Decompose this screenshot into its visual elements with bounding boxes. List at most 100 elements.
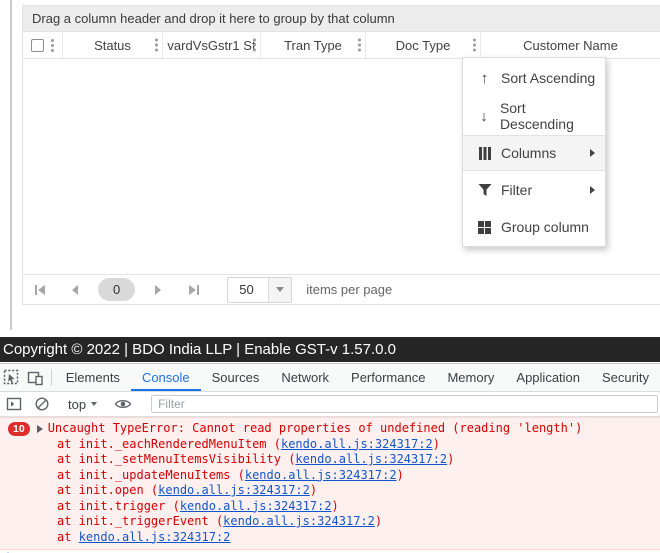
- stack-frame: at init._updateMenuItems (kendo.all.js:3…: [0, 468, 660, 484]
- tab-network[interactable]: Network: [270, 364, 340, 391]
- source-link[interactable]: kendo.all.js:324317:2: [158, 483, 310, 497]
- tab-memory[interactable]: Memory: [436, 364, 505, 391]
- tab-console[interactable]: Console: [131, 364, 201, 391]
- source-link[interactable]: kendo.all.js:324317:2: [79, 530, 231, 544]
- pager-last-page-button[interactable]: [183, 279, 205, 301]
- menu-item-sort-ascending[interactable]: ↑ Sort Ascending: [463, 59, 605, 97]
- tab-sources[interactable]: Sources: [201, 364, 271, 391]
- page-size-value: 50: [239, 281, 254, 297]
- select-all-checkbox[interactable]: [31, 38, 44, 52]
- grid-pager: 0 50 items per page: [23, 274, 660, 304]
- arrow-left-icon: [72, 284, 78, 295]
- menu-item-label: Columns: [501, 145, 557, 161]
- stack-text: ): [374, 514, 383, 528]
- expand-triangle-icon[interactable]: [36, 424, 43, 433]
- toggle-device-toolbar-button[interactable]: [24, 364, 48, 391]
- group-column-icon: [476, 220, 493, 234]
- column-header-vardvsgstr1[interactable]: vardVsGstr1 St: [163, 32, 261, 58]
- stack-text: at init.trigger (: [57, 498, 180, 513]
- columns-icon: [476, 146, 493, 160]
- stack-frame: at init.trigger (kendo.all.js:324317:2): [0, 499, 660, 515]
- source-link[interactable]: kendo.all.js:324317:2: [281, 437, 433, 451]
- column-menu-icon[interactable]: [253, 43, 256, 47]
- column-header-status[interactable]: Status: [63, 32, 163, 58]
- column-header-label: Customer Name: [523, 37, 618, 53]
- inspect-element-button[interactable]: [0, 364, 24, 391]
- chevron-down-icon: [276, 287, 285, 292]
- column-header-doc-type[interactable]: Doc Type: [366, 32, 481, 58]
- stack-frame: at init._triggerEvent (kendo.all.js:3243…: [0, 514, 660, 530]
- console-prompt-icon: >: [7, 549, 15, 553]
- select-all-header-cell: [23, 32, 63, 58]
- console-sidebar-icon: [6, 397, 21, 411]
- column-menu-icon[interactable]: [473, 43, 476, 47]
- menu-item-group-column[interactable]: Group column: [463, 209, 605, 245]
- filter-icon: [476, 183, 493, 197]
- source-link[interactable]: kendo.all.js:324317:2: [295, 452, 447, 466]
- stack-text: at init._setMenuItemsVisibility (: [57, 452, 296, 466]
- source-link[interactable]: kendo.all.js:324317:2: [223, 514, 375, 528]
- dropdown-arrow-button[interactable]: [268, 277, 292, 302]
- stack-text: ): [447, 452, 455, 466]
- stack-frame: at init._setMenuItemsVisibility (kendo.a…: [0, 452, 660, 468]
- stack-frame: at init.open (kendo.all.js:324317:2): [0, 483, 660, 499]
- menu-item-label: Sort Ascending: [501, 70, 596, 86]
- show-console-sidebar-button[interactable]: [0, 396, 28, 412]
- stack-frame: at kendo.all.js:324317:2: [0, 530, 660, 546]
- stack-text: ): [396, 467, 404, 482]
- tab-application[interactable]: Application: [505, 364, 591, 391]
- tab-performance[interactable]: Performance: [340, 364, 436, 391]
- column-header-tran-type[interactable]: Tran Type: [261, 32, 366, 58]
- tab-elements[interactable]: Elements: [55, 364, 131, 391]
- source-link[interactable]: kendo.all.js:324317:2: [180, 499, 332, 513]
- devtools-tabbar: Elements Console Sources Network Perform…: [0, 364, 660, 392]
- seek-first-icon: [35, 284, 45, 295]
- error-message-text: Uncaught TypeError: Cannot read properti…: [47, 421, 583, 435]
- context-value: top: [68, 396, 87, 412]
- clear-console-button[interactable]: [28, 396, 56, 412]
- grid-header-row: Status vardVsGstr1 St Tran Type Doc Type…: [23, 32, 660, 59]
- stack-text: ): [432, 436, 440, 451]
- console-filter-input[interactable]: [151, 395, 658, 413]
- stack-text: at init._triggerEvent (: [57, 514, 224, 528]
- column-menu-icon[interactable]: [51, 43, 54, 47]
- stack-text: ): [309, 483, 318, 497]
- javascript-context-dropdown[interactable]: top: [63, 397, 102, 412]
- pager-current-page-button[interactable]: 0: [98, 278, 136, 301]
- create-live-expression-button[interactable]: [109, 397, 137, 411]
- console-toolbar: top: [0, 392, 660, 417]
- column-header-label: Doc Type: [395, 37, 451, 53]
- menu-item-sort-descending[interactable]: ↓ Sort Descending: [463, 97, 605, 135]
- items-per-page-label: items per page: [306, 282, 393, 297]
- column-context-menu: ↑ Sort Ascending ↓ Sort Descending Colum…: [462, 57, 606, 247]
- devtools-panel: Elements Console Sources Network Perform…: [0, 363, 660, 553]
- menu-item-columns[interactable]: Columns: [463, 135, 605, 171]
- chevron-down-icon: [91, 402, 98, 406]
- page-size-dropdown[interactable]: 50: [227, 276, 293, 303]
- stack-frame: at init._eachRenderedMenuItem (kendo.all…: [0, 437, 660, 453]
- column-header-customer-name[interactable]: Customer Name: [481, 32, 660, 58]
- source-link[interactable]: kendo.all.js:324317:2: [245, 468, 397, 482]
- page-left-divider: [10, 0, 12, 330]
- grid-group-drop-zone[interactable]: Drag a column header and drop it here to…: [23, 6, 660, 32]
- error-first-line: 10 Uncaught TypeError: Cannot read prope…: [0, 421, 660, 437]
- column-menu-icon[interactable]: [155, 43, 158, 47]
- inspect-cursor-icon: [4, 369, 19, 385]
- column-menu-icon[interactable]: [358, 43, 361, 47]
- column-header-label: Status: [94, 37, 131, 53]
- sort-ascending-icon: ↑: [480, 69, 489, 87]
- screen: Drag a column header and drop it here to…: [0, 0, 660, 553]
- column-header-label: Tran Type: [284, 37, 342, 53]
- console-error-message: 10 Uncaught TypeError: Cannot read prope…: [0, 417, 660, 550]
- menu-item-filter[interactable]: Filter: [463, 171, 605, 209]
- sort-descending-icon: ↓: [480, 107, 488, 125]
- arrow-right-icon: [155, 284, 162, 295]
- menu-item-label: Filter: [501, 182, 533, 198]
- pager-first-page-button[interactable]: [29, 279, 51, 301]
- error-count-badge: 10: [8, 421, 30, 436]
- pager-next-page-button[interactable]: [147, 279, 169, 301]
- tab-security[interactable]: Security: [591, 364, 660, 391]
- submenu-arrow-icon: [590, 186, 595, 194]
- stack-text: at: [57, 529, 79, 544]
- pager-prev-page-button[interactable]: [64, 279, 86, 301]
